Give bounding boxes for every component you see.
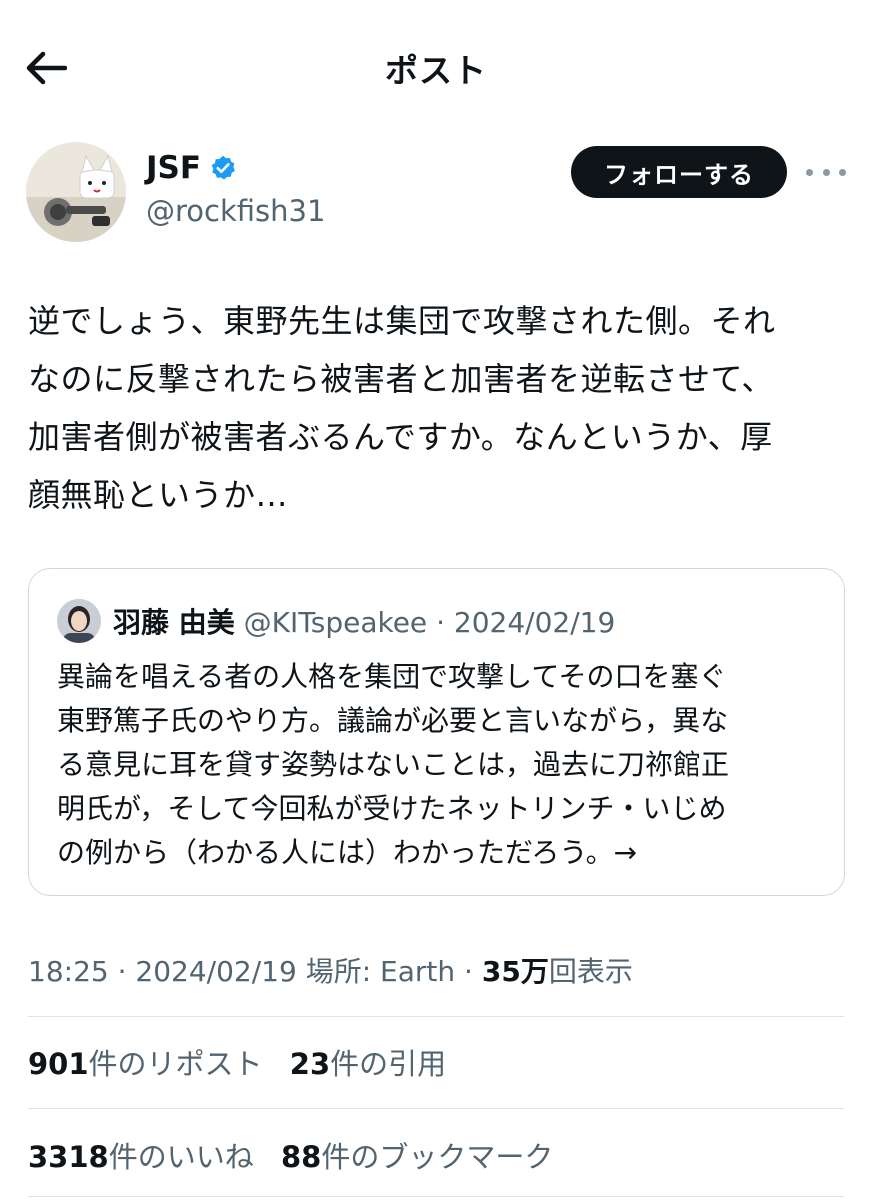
quoted-line: の例から（わかる人には）わかっただろう。→ [57,836,638,869]
tweet-line: なのに反撃されたら被害者と加害者を逆転させて、 [28,360,774,398]
verified-badge-icon [211,155,235,180]
quotes-label: 件の引用 [330,1047,447,1081]
author-display-name: JSF [146,150,202,186]
meta-separator: · [117,955,127,988]
more-horizontal-icon [822,168,830,176]
more-horizontal-icon [839,168,846,176]
quoted-avatar-image [57,599,101,643]
quoted-line: 異論を唱える者の人格を集団で攻撃してその口を塞ぐ [57,660,727,693]
quoted-line: る意見に耳を貸す姿勢はないことは，過去に刀祢館正 [57,748,730,781]
post-date: 2024/02/19 [135,955,297,988]
more-options-button[interactable] [806,160,846,184]
quoted-separator: · [436,606,445,639]
tweet-line: 逆でしょう、東野先生は集団で攻撃された側。それ [28,302,776,340]
likes-label: 件のいいね [108,1140,254,1174]
quoted-line: 明氏が，そして今回私が受けたネットリンチ・いじめ [57,792,727,825]
author-handle[interactable]: @rockfish31 [146,194,325,228]
tweet-text: 逆でしょう、東野先生は集団で攻撃された側。それ なのに反撃されたら被害者と加害者… [28,292,858,524]
divider [28,1108,844,1109]
quoted-post-text: 異論を唱える者の人格を集団で攻撃してその口を塞ぐ 東野篤子氏のやり方。議論が必要… [57,655,827,875]
quotes-stat[interactable]: 23件の引用 [290,1047,446,1081]
post-location: 場所: Earth [305,955,456,988]
top-bar: ポスト [0,0,872,130]
divider [28,1196,844,1197]
quoted-post-header: 羽藤 由美 @KITspeakee · 2024/02/19 [113,601,615,641]
reposts-label: 件のリポスト [88,1047,263,1081]
post-time: 18:25 [28,955,109,988]
avatar-image [26,142,126,242]
author-avatar[interactable] [26,142,126,242]
tweet-line: 加害者側が被害者ぶるんですか。なんというか、厚 [28,418,773,456]
bookmarks-label: 件のブックマーク [321,1140,554,1174]
tweet-line: 顔無恥というか… [28,476,289,514]
author-name-row[interactable]: JSF [146,150,237,186]
quoted-date: 2024/02/19 [453,606,616,639]
likes-stat[interactable]: 3318件のいいね [28,1140,254,1174]
reposts-count: 901 [28,1047,89,1081]
post-meta: 18:25 · 2024/02/19 場所: Earth · 35万回表示 [28,950,633,990]
quoted-line: 東野篤子氏のやり方。議論が必要と言いながら，異な [57,704,729,737]
stats-row-reposts: 901件のリポスト 23件の引用 [28,1041,464,1083]
meta-separator: · [464,955,473,988]
reposts-stat[interactable]: 901件のリポスト [28,1047,263,1081]
quoted-post-card[interactable]: 羽藤 由美 @KITspeakee · 2024/02/19 異論を唱える者の人… [28,568,845,896]
quotes-count: 23 [289,1047,331,1081]
page-title: ポスト [385,51,487,90]
quoted-author-avatar [57,599,101,643]
divider [28,1016,844,1017]
views-label: 回表示 [548,955,633,988]
quoted-author-name: 羽藤 由美 [113,606,235,639]
likes-count: 3318 [28,1140,109,1174]
stats-row-likes: 3318件のいいね 88件のブックマーク [28,1134,571,1176]
quoted-author-handle: @KITspeakee [243,606,428,639]
bookmarks-count: 88 [280,1140,322,1174]
bookmarks-stat[interactable]: 88件のブックマーク [281,1140,553,1174]
views-count: 35万 [481,955,549,988]
follow-button[interactable]: フォローする [571,146,787,198]
more-horizontal-icon [806,168,813,176]
